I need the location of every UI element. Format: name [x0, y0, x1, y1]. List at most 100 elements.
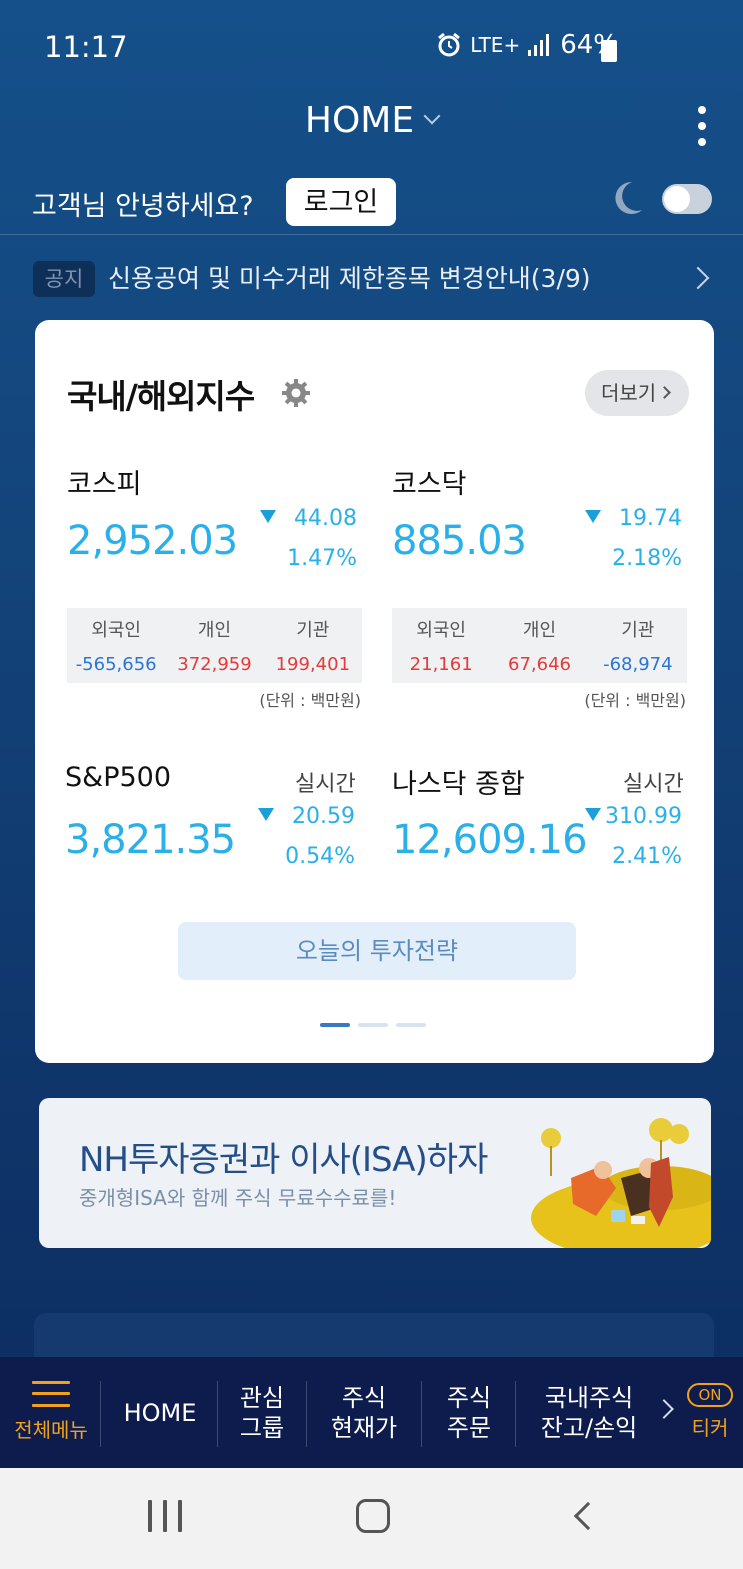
banner-title: NH투자증권과 이사(ISA)하자	[79, 1140, 488, 1180]
home-dropdown[interactable]: HOME	[0, 100, 743, 141]
page-title: HOME	[304, 100, 415, 141]
kosdaq-name: 코스닥	[392, 469, 467, 500]
signal-icon	[528, 34, 550, 56]
kosdaq-rate: 2.18%	[612, 546, 682, 571]
more-button[interactable]: 더보기	[585, 370, 689, 416]
nav-divider	[217, 1381, 218, 1447]
down-triangle-icon	[585, 808, 602, 821]
kospi-change: 44.08	[237, 506, 357, 531]
login-button[interactable]: 로그인	[286, 178, 396, 226]
flow-value-foreign: 21,161	[409, 654, 473, 675]
nasdaq-change: 310.99	[562, 804, 682, 829]
flow-value-institution: 199,401	[275, 654, 351, 675]
index-card: 국내/해외지수 더보기 코스피 2,952.03 44.08 1.47% 외국인…	[35, 320, 714, 1063]
nav-watchlist-label: 관심	[239, 1383, 285, 1412]
status-time: 11:17	[44, 30, 128, 64]
nav-balance-label: 잔고/손익	[540, 1413, 638, 1442]
flow-header: 개인	[522, 620, 557, 641]
nav-balance[interactable]: 국내주식 잔고/손익	[518, 1357, 660, 1468]
realtime-label: 실시간	[295, 772, 356, 797]
nav-all-menu-label: 전체메뉴	[14, 1417, 88, 1442]
nav-watchlist-label: 그룹	[239, 1413, 285, 1442]
page-indicator	[320, 1023, 426, 1027]
realtime-label: 실시간	[623, 772, 684, 797]
nav-stock-order[interactable]: 주식 주문	[423, 1357, 515, 1468]
system-nav-bar	[0, 1468, 743, 1569]
isa-banner[interactable]: NH투자증권과 이사(ISA)하자 중개형ISA와 함께 주식 무료수수료를!	[39, 1098, 711, 1248]
nasdaq-name: 나스닥 종합	[392, 769, 525, 800]
page-dot	[396, 1023, 426, 1027]
back-icon[interactable]	[573, 1501, 603, 1531]
unit-label: (단위 : 백만원)	[259, 691, 361, 710]
flow-header: 외국인	[91, 620, 141, 641]
divider	[0, 234, 743, 235]
gear-icon[interactable]	[281, 378, 311, 408]
kosdaq-flow-table: 외국인 개인 기관 21,161 67,646 -68,974	[392, 608, 687, 683]
nav-home-label: HOME	[123, 1398, 197, 1427]
card-title: 국내/해외지수	[67, 377, 255, 416]
sp500-change: 20.59	[235, 804, 355, 829]
flow-value-individual: 372,959	[177, 654, 252, 675]
hamburger-icon	[32, 1380, 70, 1407]
battery-icon	[601, 40, 617, 62]
banner-illustration	[531, 1118, 711, 1248]
nav-balance-label: 국내주식	[544, 1383, 634, 1412]
nav-divider	[100, 1381, 101, 1447]
page-dot	[358, 1023, 388, 1027]
kospi-flow-table: 외국인 개인 기관 -565,656 372,959 199,401	[67, 608, 362, 683]
flow-header: 기관	[621, 620, 655, 641]
banner-subtitle: 중개형ISA와 함께 주식 무료수수료를!	[79, 1186, 397, 1210]
flow-value-individual: 67,646	[508, 654, 571, 675]
nav-home[interactable]: HOME	[104, 1357, 216, 1468]
nasdaq-value[interactable]: 12,609.16	[392, 817, 588, 863]
more-label: 더보기	[601, 381, 657, 405]
nav-divider	[515, 1381, 516, 1447]
ticker-on-badge: ON	[687, 1382, 733, 1407]
down-triangle-icon	[585, 510, 602, 523]
nav-stock-quote[interactable]: 주식 현재가	[308, 1357, 420, 1468]
home-icon[interactable]	[356, 1499, 390, 1533]
kospi-rate: 1.47%	[287, 546, 357, 571]
sp500-name: S&P500	[65, 762, 172, 793]
page-dot-active	[320, 1023, 350, 1027]
nav-order-label: 주문	[446, 1413, 492, 1442]
notice-text[interactable]: 신용공여 및 미수거래 제한종목 변경안내(3/9)	[108, 261, 591, 297]
nav-quote-label: 현재가	[330, 1413, 398, 1442]
nasdaq-rate: 2.41%	[612, 844, 682, 869]
kospi-value[interactable]: 2,952.03	[67, 518, 238, 564]
sp500-rate: 0.54%	[285, 844, 355, 869]
sp500-value[interactable]: 3,821.35	[65, 817, 236, 863]
nav-quote-label: 주식	[341, 1383, 387, 1412]
kospi-name: 코스피	[67, 469, 142, 500]
bottom-nav: 전체메뉴 HOME 관심 그룹 주식 현재가 주식 주문 국내주식 잔고/손익 …	[0, 1357, 743, 1468]
kosdaq-change: 19.74	[562, 506, 682, 531]
nav-order-label: 주식	[446, 1383, 492, 1412]
chevron-right-icon[interactable]	[686, 266, 710, 290]
status-bar: 11:17 LTE+ 64%	[0, 0, 743, 100]
nav-divider	[306, 1381, 307, 1447]
flow-value-institution: -68,974	[603, 654, 673, 675]
unit-label: (단위 : 백만원)	[584, 691, 686, 710]
alarm-icon	[438, 32, 461, 57]
flow-value-foreign: -565,656	[75, 654, 157, 675]
chevron-right-icon	[658, 386, 671, 399]
down-triangle-icon	[260, 510, 277, 523]
down-triangle-icon	[258, 808, 275, 821]
network-label: LTE+	[470, 33, 521, 57]
chevron-down-icon	[423, 107, 441, 125]
nav-watchlist[interactable]: 관심 그룹	[220, 1357, 304, 1468]
kosdaq-value[interactable]: 885.03	[392, 518, 527, 564]
nav-divider	[421, 1381, 422, 1447]
dark-mode-toggle[interactable]	[662, 184, 712, 214]
investment-strategy-button[interactable]: 오늘의 투자전략	[178, 922, 576, 980]
nav-all-menu[interactable]: 전체메뉴	[8, 1357, 94, 1468]
nav-ticker[interactable]: ON 티커	[680, 1357, 740, 1468]
nav-ticker-label: 티커	[691, 1415, 729, 1440]
more-options-icon[interactable]	[697, 106, 707, 146]
recent-apps-icon[interactable]	[148, 1500, 182, 1532]
greeting-text: 고객님 안녕하세요?	[32, 191, 254, 222]
flow-header: 기관	[296, 620, 330, 641]
flow-header: 외국인	[416, 620, 466, 641]
status-icons: LTE+ 64%	[436, 30, 618, 60]
notice-badge: 공지	[33, 261, 95, 297]
